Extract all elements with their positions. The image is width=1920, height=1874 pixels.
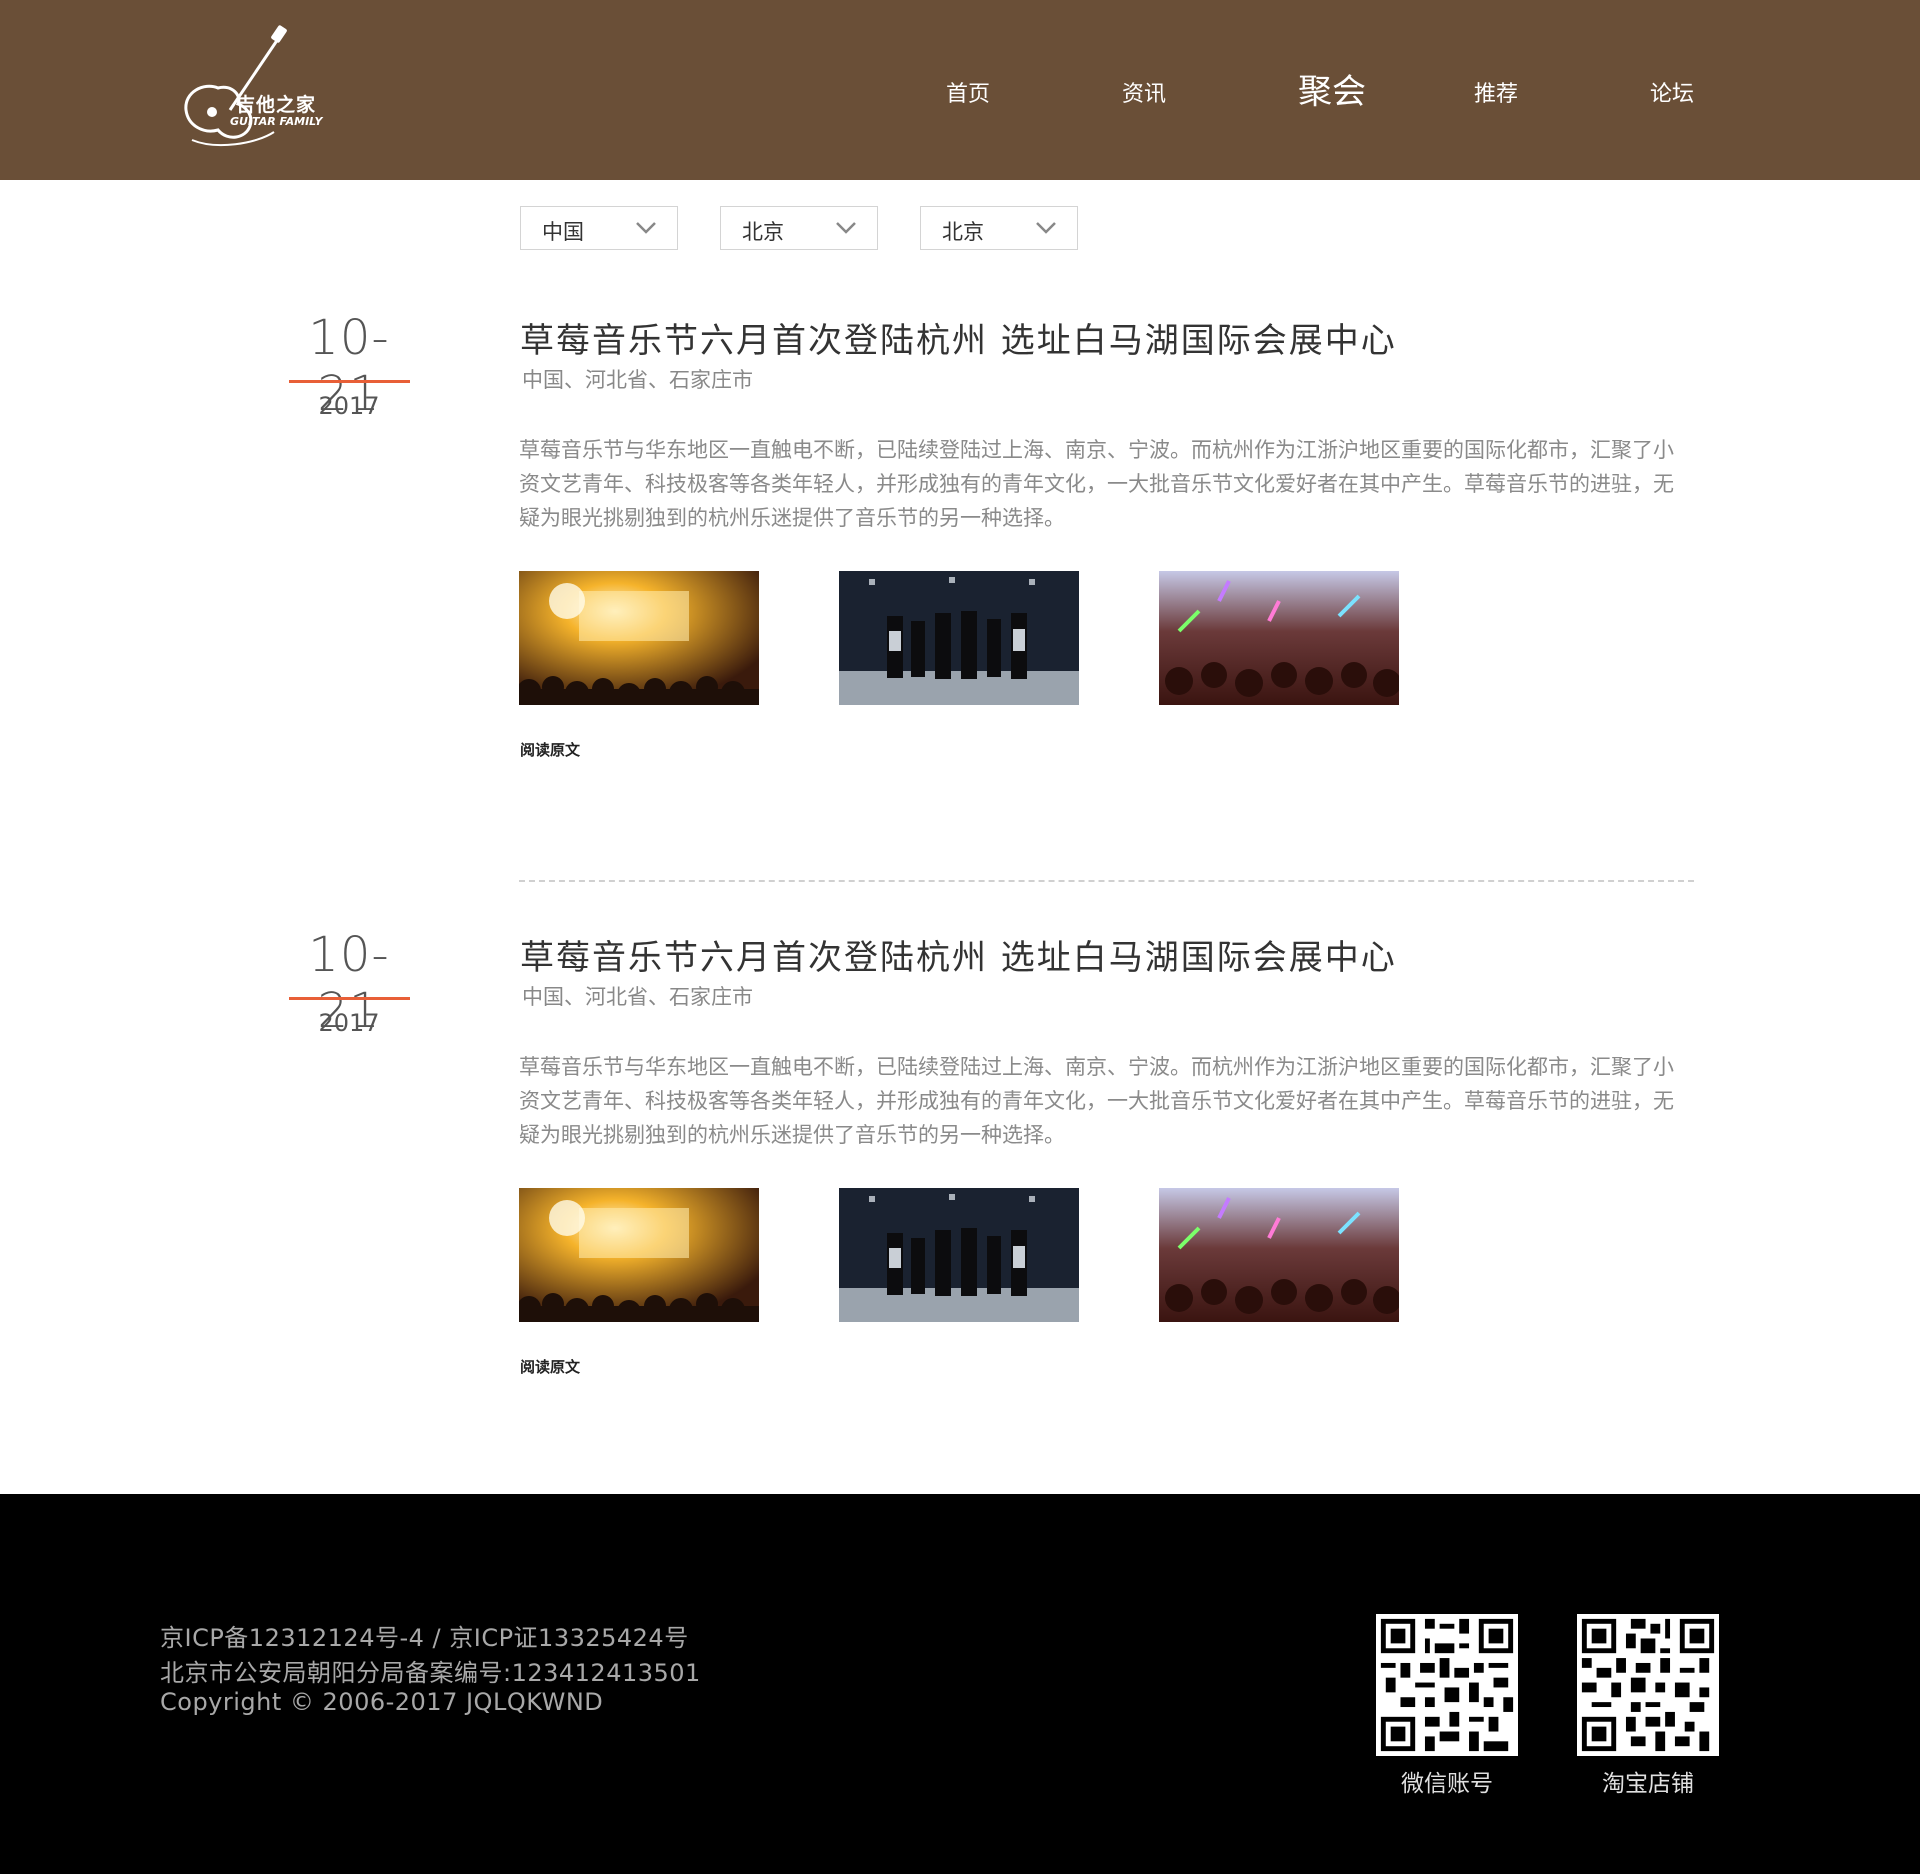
copyright-text: Copyright © 2006-2017 JQLQKWND: [160, 1688, 604, 1716]
taobao-qr-label: 淘宝店铺: [1602, 1771, 1694, 1797]
icp-record-text: 京ICP备12312124号-4 / 京ICP证13325424号: [160, 1624, 689, 1652]
nav-item-news[interactable]: 资讯: [1122, 76, 1166, 108]
police-record-text: 北京市公安局朝阳分局备案编号:123412413501: [160, 1659, 701, 1687]
chevron-down-icon: [836, 222, 856, 234]
concert-stage-photo[interactable]: [519, 571, 759, 705]
city-select-value: 北京: [942, 220, 984, 244]
article-divider: [519, 880, 1694, 882]
country-select[interactable]: 中国: [520, 206, 678, 250]
crowd-glowsticks-photo[interactable]: [1159, 1188, 1399, 1322]
article-body: 草莓音乐节与华东地区一直触电不断，已陆续登陆过上海、南京、宁波。而杭州作为江浙沪…: [519, 1055, 1674, 1147]
taobao-qr-code[interactable]: [1577, 1614, 1719, 1756]
qr-code-icon: [1376, 1614, 1518, 1756]
read-more-link[interactable]: 阅读原文: [520, 1356, 580, 1377]
main-nav: 首页 资讯 聚会 推荐 论坛: [0, 0, 1920, 180]
article-location: 中国、河北省、石家庄市: [522, 985, 753, 1009]
band-group-photo[interactable]: [839, 1188, 1079, 1322]
article-location: 中国、河北省、石家庄市: [522, 368, 753, 392]
article-date-year: 2017: [318, 392, 380, 420]
province-select[interactable]: 北京: [720, 206, 878, 250]
nav-item-gatherings[interactable]: 聚会: [1298, 64, 1366, 113]
article-title[interactable]: 草莓音乐节六月首次登陆杭州 选址白马湖国际会展中心: [520, 930, 1397, 979]
concert-stage-photo[interactable]: [519, 1188, 759, 1322]
wechat-qr-code[interactable]: [1376, 1614, 1518, 1756]
site-header: 吉他之家 GUITAR FAMILY 首页 资讯 聚会 推荐 论坛: [0, 0, 1920, 180]
nav-item-home[interactable]: 首页: [946, 76, 990, 108]
nav-item-forum[interactable]: 论坛: [1650, 76, 1694, 108]
country-select-value: 中国: [542, 220, 584, 244]
article-date-year: 2017: [318, 1009, 380, 1037]
article-body: 草莓音乐节与华东地区一直触电不断，已陆续登陆过上海、南京、宁波。而杭州作为江浙沪…: [519, 438, 1674, 530]
chevron-down-icon: [1036, 222, 1056, 234]
qr-code-icon: [1577, 1614, 1719, 1756]
province-select-value: 北京: [742, 220, 784, 244]
date-underline: [289, 380, 410, 383]
article-title[interactable]: 草莓音乐节六月首次登陆杭州 选址白马湖国际会展中心: [520, 313, 1397, 362]
nav-item-recommend[interactable]: 推荐: [1474, 76, 1518, 108]
site-footer: 京ICP备12312124号-4 / 京ICP证13325424号 北京市公安局…: [0, 1494, 1920, 1874]
date-underline: [289, 997, 410, 1000]
read-more-link[interactable]: 阅读原文: [520, 739, 580, 760]
wechat-qr-label: 微信账号: [1401, 1771, 1493, 1797]
city-select[interactable]: 北京: [920, 206, 1078, 250]
chevron-down-icon: [636, 222, 656, 234]
crowd-glowsticks-photo[interactable]: [1159, 571, 1399, 705]
band-group-photo[interactable]: [839, 571, 1079, 705]
